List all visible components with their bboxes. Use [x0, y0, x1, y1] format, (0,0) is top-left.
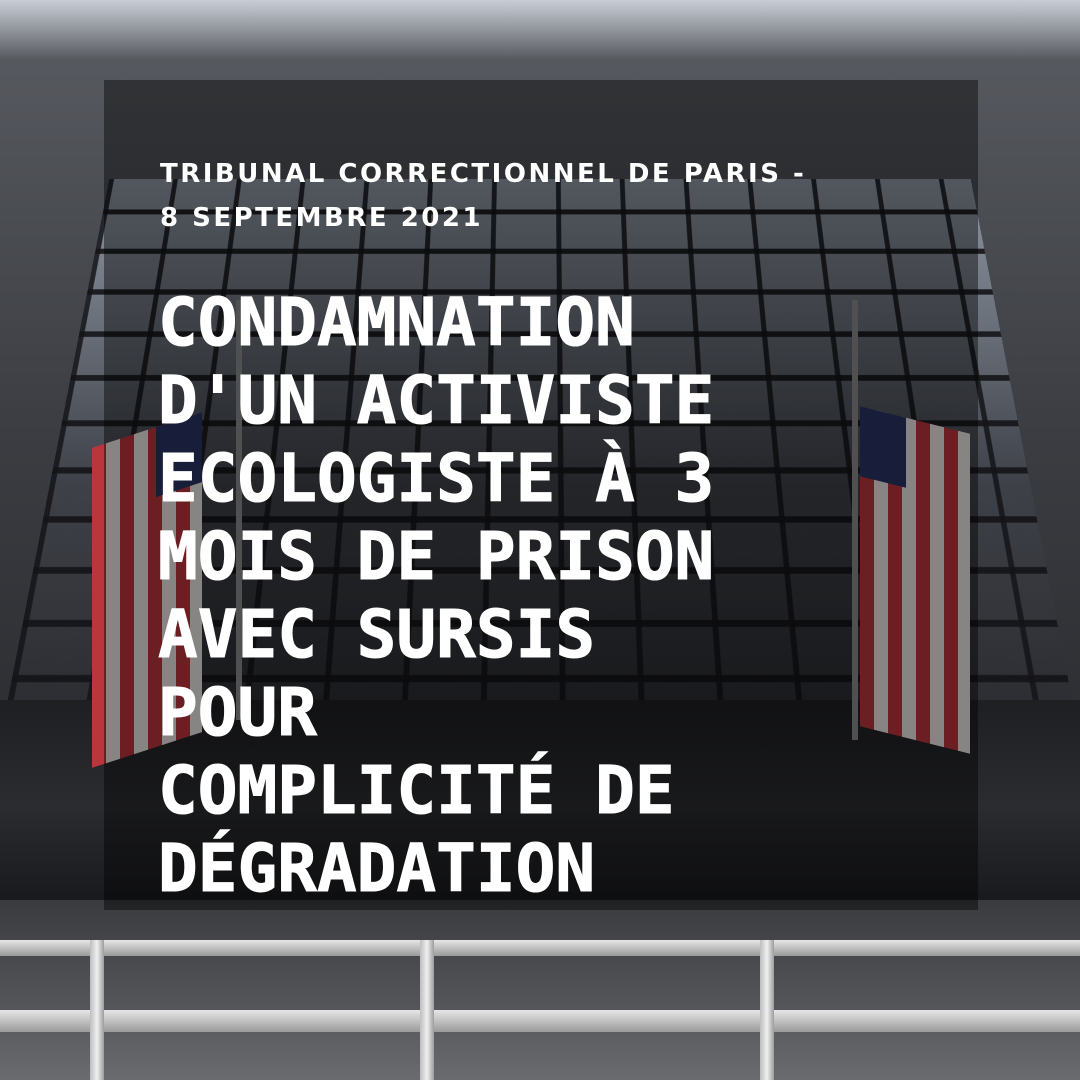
railing-bottom: [0, 1010, 1080, 1032]
subtitle-line: TRIBUNAL CORRECTIONNEL DE PARIS -: [160, 159, 807, 189]
railing-post: [90, 940, 104, 1080]
headline-line: ECOLOGISTE À 3: [158, 440, 715, 518]
railing-post: [760, 940, 774, 1080]
lobby-entrance: [0, 900, 1080, 1080]
headline-line: POUR: [158, 674, 318, 752]
subtitle-line: 8 SEPTEMBRE 2021: [160, 203, 484, 233]
railing-top: [0, 940, 1080, 956]
post-headline: CONDAMNATION D'UN ACTIVISTE ECOLOGISTE À…: [158, 284, 958, 908]
headline-line: MOIS DE PRISON: [158, 518, 715, 596]
railing-post: [420, 940, 434, 1080]
post-subtitle: TRIBUNAL CORRECTIONNEL DE PARIS - 8 SEPT…: [160, 152, 940, 240]
headline-line: COMPLICITÉ DE: [158, 752, 676, 830]
headline-line: DÉGRADATION: [158, 830, 596, 908]
headline-line: D'UN ACTIVISTE: [158, 362, 715, 440]
sky-reflection: [0, 0, 1080, 60]
headline-line: CONDAMNATION: [158, 284, 636, 362]
headline-line: AVEC SURSIS: [158, 596, 596, 674]
post-canvas: TRIBUNAL CORRECTIONNEL DE PARIS - 8 SEPT…: [0, 0, 1080, 1080]
